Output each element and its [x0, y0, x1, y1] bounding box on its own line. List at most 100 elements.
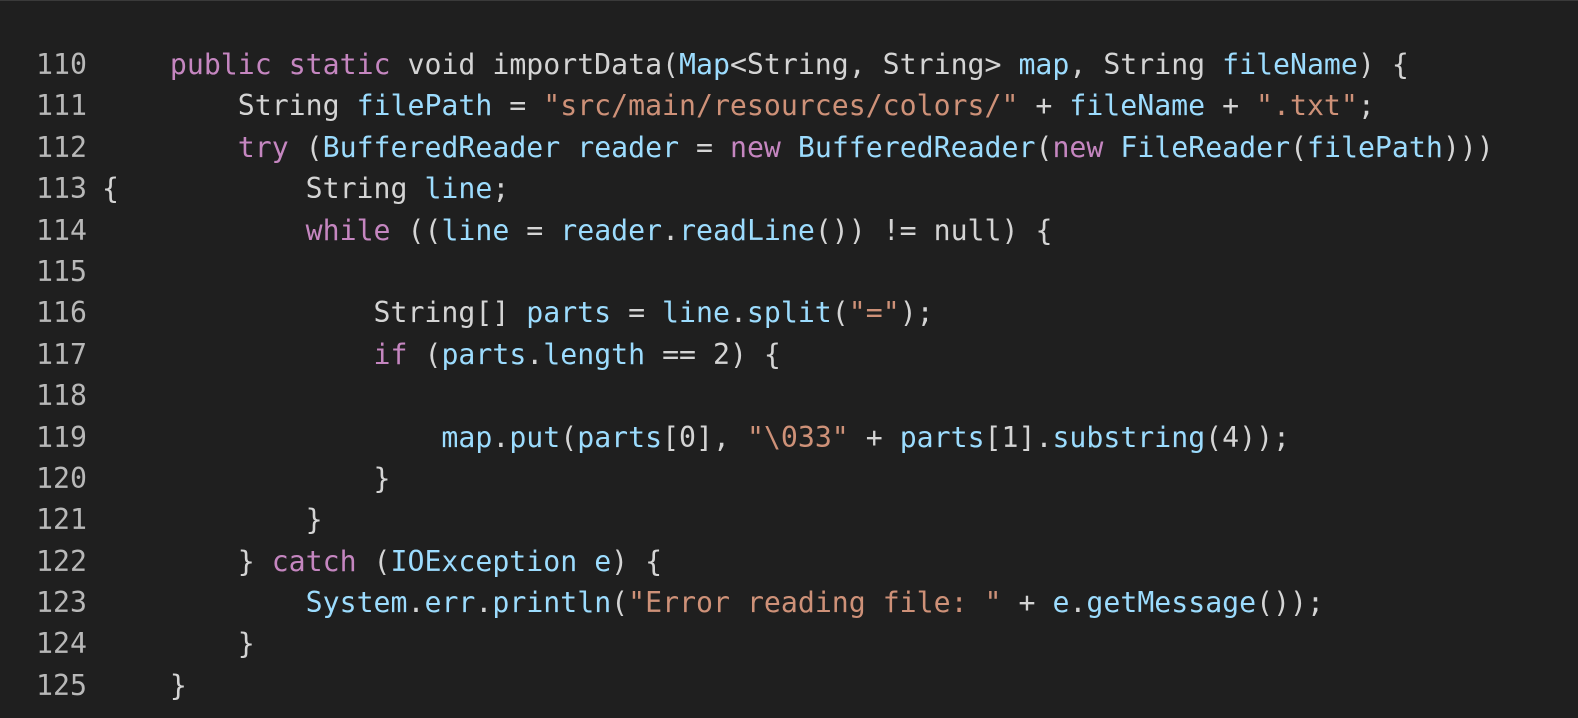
- code-token: BufferedReader: [322, 130, 561, 164]
- code-token: ;: [492, 172, 510, 206]
- line-number: 113: [36, 172, 87, 206]
- line-code[interactable]: } catch (IOException e) {: [102, 541, 662, 582]
- code-token: while: [305, 213, 391, 247]
- code-token: (: [560, 420, 578, 454]
- code-token: String[]: [102, 296, 527, 330]
- line-number: 125: [36, 668, 87, 702]
- code-token: ))): [1442, 130, 1494, 164]
- code-token: .: [662, 213, 680, 247]
- code-token: }: [102, 461, 391, 495]
- line-number: 122: [36, 544, 87, 578]
- code-token: .: [407, 586, 425, 620]
- line-code[interactable]: }: [102, 458, 391, 499]
- code-line[interactable]: 112 try (BufferedReader reader = new Buf…: [0, 127, 1578, 168]
- code-line[interactable]: 117 if (parts.length == 2) {: [0, 334, 1578, 375]
- code-token: catch: [271, 544, 357, 578]
- code-line[interactable]: 113 { String line;: [0, 168, 1578, 209]
- line-code[interactable]: { String line;: [102, 168, 509, 209]
- code-token: new: [1052, 130, 1104, 164]
- code-token: ((: [390, 213, 442, 247]
- code-token: ) {: [1357, 48, 1409, 81]
- code-line[interactable]: 114 while ((line = reader.readLine()) !=…: [0, 210, 1578, 251]
- line-number: 118: [36, 379, 87, 413]
- code-token: { String: [102, 172, 425, 206]
- line-code[interactable]: while ((line = reader.readLine()) != nul…: [102, 210, 1053, 251]
- line-code[interactable]: String filePath = "src/main/resources/co…: [102, 85, 1375, 126]
- code-token: , String: [1069, 48, 1223, 81]
- code-line[interactable]: 110 public static void importData(Map<St…: [0, 44, 1578, 85]
- line-code[interactable]: map.put(parts[0], "\033" + parts[1].subs…: [102, 417, 1290, 458]
- code-token: ());: [1256, 586, 1324, 620]
- code-line[interactable]: 118: [0, 375, 1578, 416]
- code-token: (: [407, 337, 442, 371]
- code-line[interactable]: 122 } catch (IOException e) {: [0, 541, 1578, 582]
- code-line[interactable]: 123 System.err.println("Error reading fi…: [0, 582, 1578, 623]
- code-token: parts: [577, 420, 663, 454]
- code-token: fileName: [1222, 48, 1358, 81]
- code-token: println: [492, 586, 612, 620]
- code-token: +: [1205, 89, 1257, 123]
- line-code[interactable]: }: [102, 665, 187, 706]
- code-token: =: [492, 89, 544, 123]
- code-token: =: [509, 213, 561, 247]
- code-token: <String, String>: [729, 48, 1019, 81]
- line-number: 110: [36, 48, 87, 81]
- line-code[interactable]: String[] parts = line.split("=");: [102, 292, 934, 333]
- line-number: 120: [36, 461, 87, 495]
- line-number: 114: [36, 213, 87, 247]
- window-top-border: [0, 0, 1578, 1]
- code-token: }: [102, 503, 323, 537]
- code-line[interactable]: 124 }: [0, 623, 1578, 664]
- line-code[interactable]: if (parts.length == 2) {: [102, 334, 781, 375]
- code-line[interactable]: 119 map.put(parts[0], "\033" + parts[1].…: [0, 417, 1578, 458]
- code-line[interactable]: 121 }: [0, 499, 1578, 540]
- code-token: "\033": [746, 420, 849, 454]
- line-code[interactable]: public static void importData(Map<String…: [102, 44, 1409, 85]
- code-token: [0],: [662, 420, 747, 454]
- code-token: (: [611, 586, 629, 620]
- code-token: getMessage: [1086, 586, 1257, 620]
- code-token: }: [102, 544, 272, 578]
- code-token: .: [526, 337, 544, 371]
- line-code[interactable]: try (BufferedReader reader = new Buffere…: [102, 127, 1494, 168]
- code-token: line: [424, 172, 493, 206]
- code-line[interactable]: 120 }: [0, 458, 1578, 499]
- code-token: .: [475, 586, 493, 620]
- line-code[interactable]: }: [102, 623, 255, 664]
- code-token: public: [169, 48, 272, 81]
- code-token: );: [899, 296, 934, 330]
- code-token: System: [305, 586, 408, 620]
- code-token: e: [1052, 586, 1070, 620]
- code-token: err: [424, 586, 476, 620]
- code-editor[interactable]: 110 public static void importData(Map<St…: [0, 44, 1578, 706]
- code-token: +: [1001, 586, 1053, 620]
- code-token: == 2) {: [645, 337, 781, 371]
- code-line[interactable]: 115: [0, 251, 1578, 292]
- code-line[interactable]: 116 String[] parts = line.split("=");: [0, 292, 1578, 333]
- code-token: new: [729, 130, 781, 164]
- code-token: fileName: [1069, 89, 1206, 123]
- code-token: line: [441, 213, 510, 247]
- code-token: filePath: [356, 89, 493, 123]
- code-token: map: [1018, 48, 1070, 81]
- line-code[interactable]: System.err.println("Error reading file: …: [102, 582, 1324, 623]
- code-token: }: [102, 627, 255, 661]
- code-line[interactable]: 111 String filePath = "src/main/resource…: [0, 85, 1578, 126]
- code-line[interactable]: 125 }: [0, 665, 1578, 706]
- code-token: parts: [441, 337, 527, 371]
- code-token: FileReader: [1120, 130, 1291, 164]
- code-token: .: [1069, 586, 1087, 620]
- code-token: static: [288, 48, 391, 81]
- line-code[interactable]: }: [102, 499, 323, 540]
- line-number: 124: [36, 627, 87, 661]
- code-token: if: [373, 337, 408, 371]
- code-token: (: [356, 544, 391, 578]
